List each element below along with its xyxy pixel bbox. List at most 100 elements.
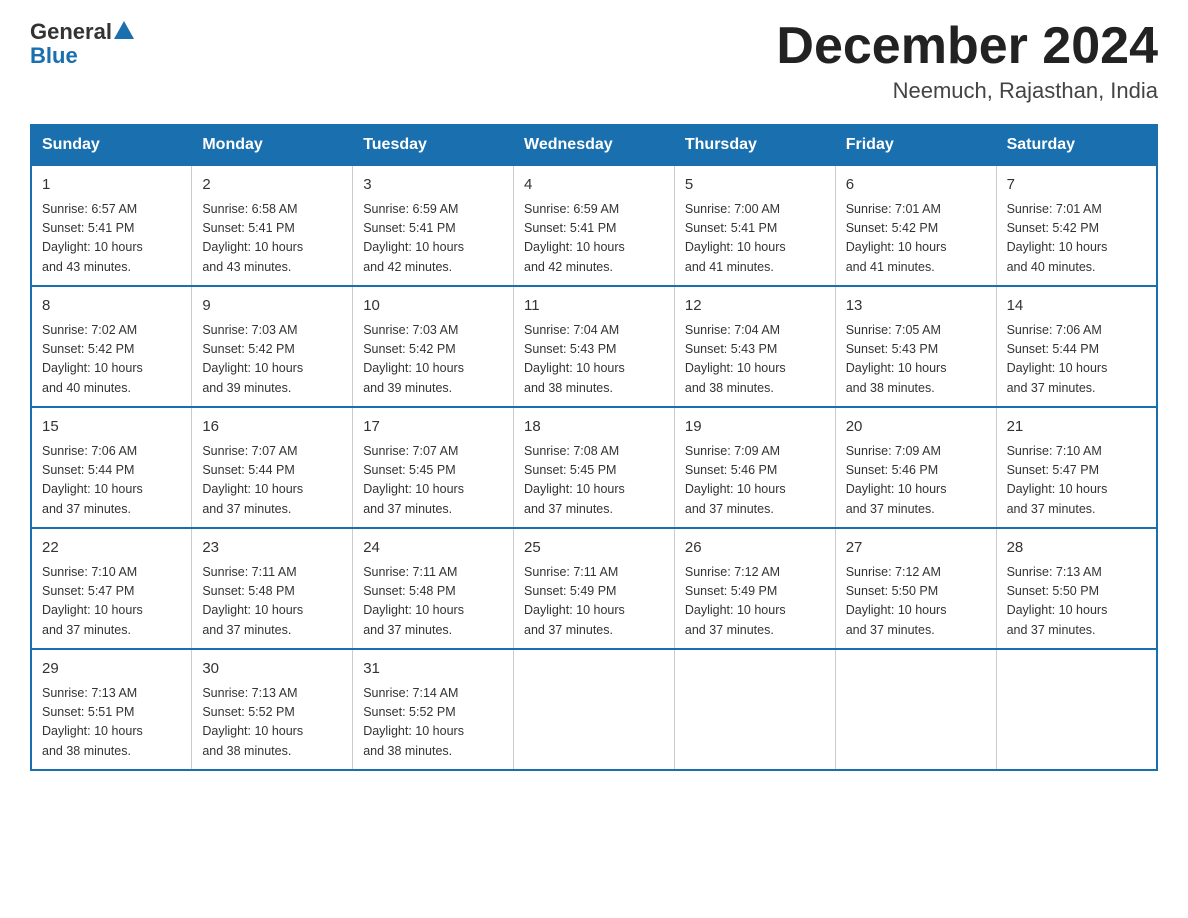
day-number: 25 [524,537,664,560]
calendar-day-20: 20 Sunrise: 7:09 AM Sunset: 5:46 PM Dayli… [835,407,996,528]
calendar-day-4: 4 Sunrise: 6:59 AM Sunset: 5:41 PM Daylig… [514,165,675,286]
calendar-header-sunday: Sunday [31,125,192,165]
day-info: Sunrise: 7:01 AM Sunset: 5:42 PM Dayligh… [846,200,986,278]
day-info: Sunrise: 7:08 AM Sunset: 5:45 PM Dayligh… [524,442,664,520]
calendar-empty-cell [514,649,675,770]
day-number: 26 [685,537,825,560]
day-info: Sunrise: 7:04 AM Sunset: 5:43 PM Dayligh… [685,321,825,399]
day-info: Sunrise: 7:12 AM Sunset: 5:50 PM Dayligh… [846,563,986,641]
day-number: 21 [1007,416,1146,439]
calendar-day-9: 9Sunrise: 7:03 AM Sunset: 5:42 PM Daylig… [192,286,353,407]
logo-blue-text: Blue [30,43,78,68]
calendar-day-6: 6 Sunrise: 7:01 AM Sunset: 5:42 PM Daylig… [835,165,996,286]
calendar-day-2: 2Sunrise: 6:58 AM Sunset: 5:41 PM Daylig… [192,165,353,286]
calendar-header-thursday: Thursday [674,125,835,165]
day-number: 28 [1007,537,1146,560]
day-info: Sunrise: 7:10 AM Sunset: 5:47 PM Dayligh… [42,563,181,641]
day-info: Sunrise: 7:11 AM Sunset: 5:49 PM Dayligh… [524,563,664,641]
calendar-week-row: 1 Sunrise: 6:57 AM Sunset: 5:41 PM Daylig… [31,165,1157,286]
calendar-day-19: 19Sunrise: 7:09 AM Sunset: 5:46 PM Dayli… [674,407,835,528]
calendar-day-18: 18 Sunrise: 7:08 AM Sunset: 5:45 PM Dayli… [514,407,675,528]
day-info: Sunrise: 7:10 AM Sunset: 5:47 PM Dayligh… [1007,442,1146,520]
logo-general-text: General [30,20,112,44]
calendar-day-14: 14Sunrise: 7:06 AM Sunset: 5:44 PM Dayli… [996,286,1157,407]
calendar-week-row: 8 Sunrise: 7:02 AM Sunset: 5:42 PM Daylig… [31,286,1157,407]
day-number: 6 [846,174,986,197]
day-info: Sunrise: 7:07 AM Sunset: 5:45 PM Dayligh… [363,442,503,520]
day-info: Sunrise: 7:13 AM Sunset: 5:52 PM Dayligh… [202,684,342,762]
day-number: 20 [846,416,986,439]
day-number: 27 [846,537,986,560]
day-info: Sunrise: 6:57 AM Sunset: 5:41 PM Dayligh… [42,200,181,278]
day-info: Sunrise: 7:01 AM Sunset: 5:42 PM Dayligh… [1007,200,1146,278]
day-number: 11 [524,295,664,318]
calendar-day-24: 24Sunrise: 7:11 AM Sunset: 5:48 PM Dayli… [353,528,514,649]
day-number: 30 [202,658,342,681]
calendar-day-16: 16 Sunrise: 7:07 AM Sunset: 5:44 PM Dayli… [192,407,353,528]
day-info: Sunrise: 7:03 AM Sunset: 5:42 PM Dayligh… [363,321,503,399]
logo-block: General Blue [30,20,134,68]
calendar-day-28: 28 Sunrise: 7:13 AM Sunset: 5:50 PM Dayli… [996,528,1157,649]
calendar-week-row: 22Sunrise: 7:10 AM Sunset: 5:47 PM Dayli… [31,528,1157,649]
location: Neemuch, Rajasthan, India [776,78,1158,104]
day-number: 10 [363,295,503,318]
day-number: 8 [42,295,181,318]
calendar-day-8: 8 Sunrise: 7:02 AM Sunset: 5:42 PM Daylig… [31,286,192,407]
day-info: Sunrise: 7:05 AM Sunset: 5:43 PM Dayligh… [846,321,986,399]
day-info: Sunrise: 6:59 AM Sunset: 5:41 PM Dayligh… [524,200,664,278]
calendar-day-22: 22Sunrise: 7:10 AM Sunset: 5:47 PM Dayli… [31,528,192,649]
calendar-header-wednesday: Wednesday [514,125,675,165]
month-title: December 2024 [776,20,1158,72]
calendar-empty-cell [996,649,1157,770]
calendar-day-1: 1 Sunrise: 6:57 AM Sunset: 5:41 PM Daylig… [31,165,192,286]
day-number: 15 [42,416,181,439]
day-number: 5 [685,174,825,197]
calendar-day-26: 26 Sunrise: 7:12 AM Sunset: 5:49 PM Dayli… [674,528,835,649]
day-info: Sunrise: 7:09 AM Sunset: 5:46 PM Dayligh… [846,442,986,520]
calendar-day-5: 5 Sunrise: 7:00 AM Sunset: 5:41 PM Daylig… [674,165,835,286]
day-info: Sunrise: 7:11 AM Sunset: 5:48 PM Dayligh… [202,563,342,641]
day-number: 18 [524,416,664,439]
day-info: Sunrise: 7:07 AM Sunset: 5:44 PM Dayligh… [202,442,342,520]
calendar-week-row: 29 Sunrise: 7:13 AM Sunset: 5:51 PM Dayli… [31,649,1157,770]
day-number: 16 [202,416,342,439]
day-info: Sunrise: 7:12 AM Sunset: 5:49 PM Dayligh… [685,563,825,641]
calendar-day-27: 27 Sunrise: 7:12 AM Sunset: 5:50 PM Dayli… [835,528,996,649]
calendar-day-17: 17 Sunrise: 7:07 AM Sunset: 5:45 PM Dayli… [353,407,514,528]
calendar-header-row: SundayMondayTuesdayWednesdayThursdayFrid… [31,125,1157,165]
calendar-day-11: 11Sunrise: 7:04 AM Sunset: 5:43 PM Dayli… [514,286,675,407]
day-number: 29 [42,658,181,681]
day-info: Sunrise: 7:02 AM Sunset: 5:42 PM Dayligh… [42,321,181,399]
day-number: 12 [685,295,825,318]
day-info: Sunrise: 7:13 AM Sunset: 5:51 PM Dayligh… [42,684,181,762]
day-number: 13 [846,295,986,318]
day-number: 31 [363,658,503,681]
calendar-day-21: 21 Sunrise: 7:10 AM Sunset: 5:47 PM Dayli… [996,407,1157,528]
calendar-header-tuesday: Tuesday [353,125,514,165]
calendar-day-7: 7 Sunrise: 7:01 AM Sunset: 5:42 PM Daylig… [996,165,1157,286]
day-info: Sunrise: 7:14 AM Sunset: 5:52 PM Dayligh… [363,684,503,762]
day-info: Sunrise: 7:13 AM Sunset: 5:50 PM Dayligh… [1007,563,1146,641]
calendar-day-12: 12 Sunrise: 7:04 AM Sunset: 5:43 PM Dayli… [674,286,835,407]
calendar-day-31: 31 Sunrise: 7:14 AM Sunset: 5:52 PM Dayli… [353,649,514,770]
day-info: Sunrise: 7:11 AM Sunset: 5:48 PM Dayligh… [363,563,503,641]
page-header: General Blue December 2024 Neemuch, Raja… [30,20,1158,104]
day-number: 17 [363,416,503,439]
title-block: December 2024 Neemuch, Rajasthan, India [776,20,1158,104]
logo-triangle-icon [114,21,134,39]
day-number: 14 [1007,295,1146,318]
day-number: 3 [363,174,503,197]
calendar-day-3: 3Sunrise: 6:59 AM Sunset: 5:41 PM Daylig… [353,165,514,286]
day-number: 7 [1007,174,1146,197]
day-info: Sunrise: 7:00 AM Sunset: 5:41 PM Dayligh… [685,200,825,278]
day-number: 9 [202,295,342,318]
calendar-day-15: 15Sunrise: 7:06 AM Sunset: 5:44 PM Dayli… [31,407,192,528]
calendar-day-29: 29 Sunrise: 7:13 AM Sunset: 5:51 PM Dayli… [31,649,192,770]
calendar-day-23: 23Sunrise: 7:11 AM Sunset: 5:48 PM Dayli… [192,528,353,649]
calendar-header-monday: Monday [192,125,353,165]
calendar-day-30: 30 Sunrise: 7:13 AM Sunset: 5:52 PM Dayli… [192,649,353,770]
logo: General Blue [30,20,134,68]
calendar-day-10: 10 Sunrise: 7:03 AM Sunset: 5:42 PM Dayli… [353,286,514,407]
day-number: 4 [524,174,664,197]
day-number: 1 [42,174,181,197]
